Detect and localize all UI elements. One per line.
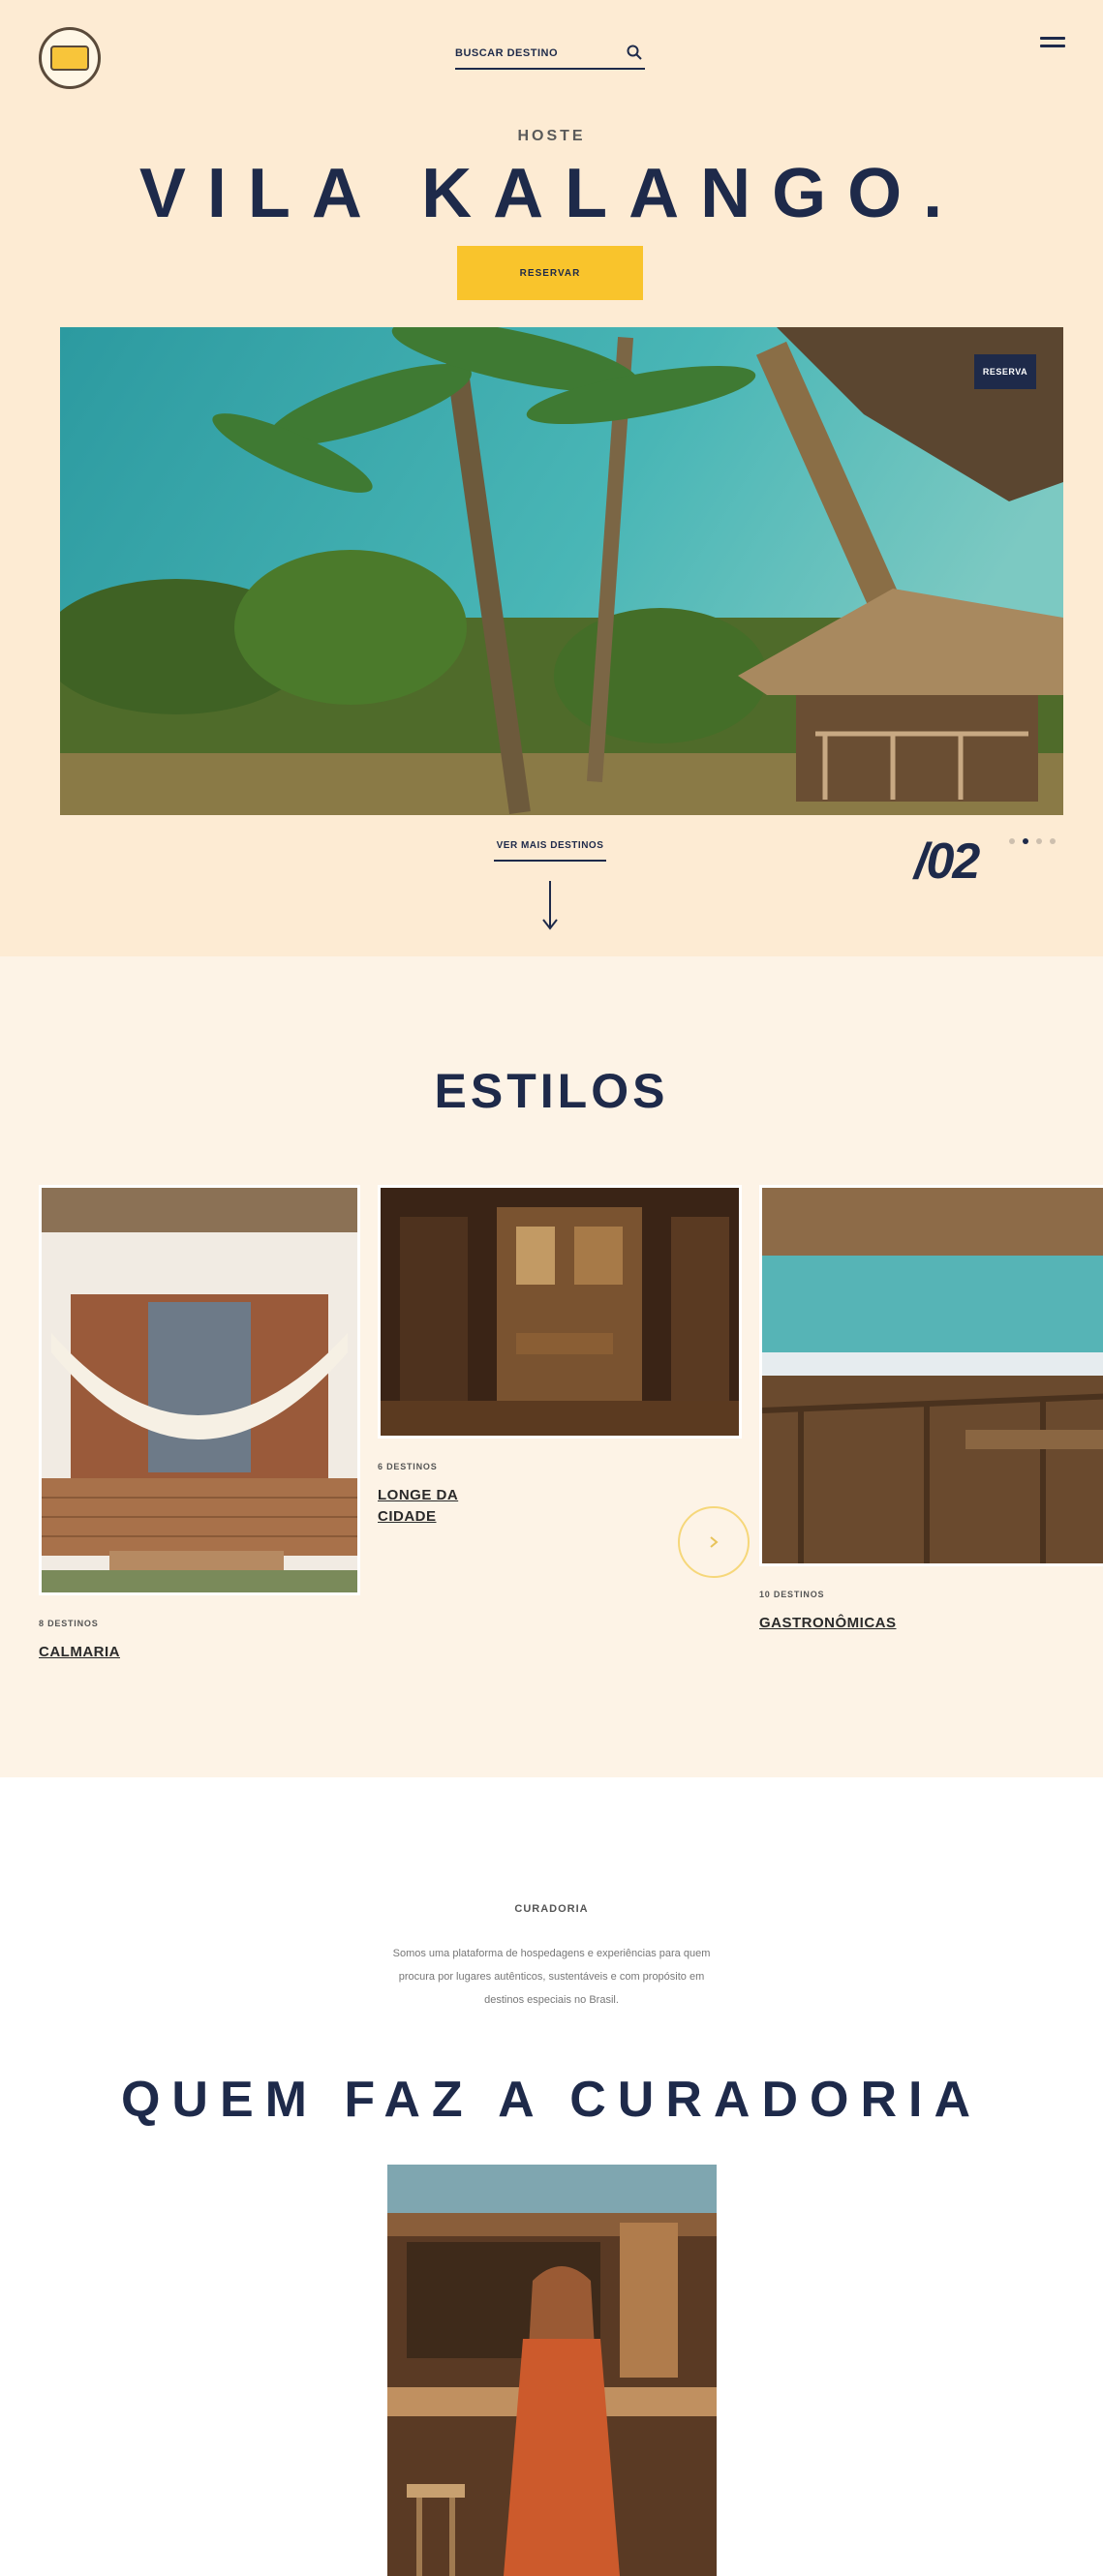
styles-title: ESTILOS bbox=[434, 1064, 669, 1118]
logo-emblem bbox=[50, 45, 89, 71]
card-image bbox=[378, 1185, 742, 1439]
hero-eyebrow: HOSTE bbox=[517, 128, 586, 144]
hero-photo bbox=[60, 327, 1063, 815]
carousel-dot[interactable] bbox=[1023, 838, 1028, 844]
arrow-down-icon[interactable] bbox=[540, 879, 560, 931]
card-count: 6 DESTINOS bbox=[378, 1462, 438, 1471]
curation-title: QUEM FAZ A CURADORIA bbox=[120, 2072, 982, 2128]
curation-section: CURADORIA Somos uma plataforma de hosped… bbox=[0, 1777, 1103, 2576]
style-card-calmaria[interactable]: 8 DESTINOS CALMARIA bbox=[39, 1185, 360, 1663]
hero-title: VILA KALANGO. bbox=[138, 155, 965, 232]
carousel-next-button[interactable] bbox=[678, 1506, 750, 1578]
search-icon[interactable] bbox=[626, 44, 643, 61]
slide-number: /02 bbox=[914, 833, 980, 890]
card-count: 8 DESTINOS bbox=[39, 1619, 99, 1628]
carousel-dot[interactable] bbox=[1036, 838, 1042, 844]
curation-text: Somos uma plataforma de hospedagens e ex… bbox=[392, 1948, 711, 2006]
curator-photo bbox=[387, 2165, 717, 2576]
card-name[interactable]: CALMARIA bbox=[39, 1642, 360, 1663]
card-name[interactable]: GASTRONÔMICAS bbox=[759, 1613, 1103, 1634]
carousel-dots bbox=[1009, 838, 1056, 848]
carousel-dot[interactable] bbox=[1050, 838, 1056, 844]
style-card-gastronomicas[interactable]: 10 DESTINOS GASTRONÔMICAS bbox=[759, 1185, 1103, 1634]
search-input[interactable] bbox=[455, 45, 610, 62]
search-bar bbox=[455, 41, 645, 70]
card-count: 10 DESTINOS bbox=[759, 1590, 825, 1599]
arrow-right-icon bbox=[710, 1536, 719, 1548]
card-image bbox=[39, 1185, 360, 1595]
curation-eyebrow: CURADORIA bbox=[514, 1903, 589, 1915]
style-card-longe-da-cidade[interactable]: 6 DESTINOS LONGE DA CIDADE bbox=[378, 1185, 742, 1528]
reserve-button[interactable]: RESERVAR bbox=[457, 246, 643, 300]
styles-section: ESTILOS 8 DESTINOS CALMARIA 6 DESTINOS L… bbox=[0, 956, 1103, 1777]
logo[interactable] bbox=[39, 27, 101, 89]
photo-badge[interactable]: RESERVA bbox=[974, 354, 1036, 389]
carousel-dot[interactable] bbox=[1009, 838, 1015, 844]
see-more-destinations-link[interactable]: VER MAIS DESTINOS bbox=[494, 840, 606, 862]
card-image bbox=[759, 1185, 1103, 1566]
card-name[interactable]: LONGE DA CIDADE bbox=[378, 1485, 475, 1528]
hero-section: HOSTE VILA KALANGO. RESERVAR bbox=[0, 0, 1103, 956]
hamburger-menu-icon[interactable] bbox=[1040, 37, 1065, 54]
